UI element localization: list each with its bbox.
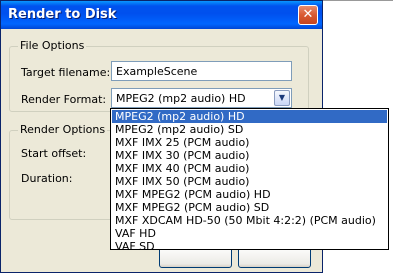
render-format-option[interactable]: MXF IMX 50 (PCM audio) bbox=[112, 175, 387, 188]
render-format-dropdown-list[interactable]: MPEG2 (mp2 audio) HD MPEG2 (mp2 audio) S… bbox=[110, 108, 389, 253]
render-format-option[interactable]: MXF MPEG2 (PCM audio) SD bbox=[112, 201, 387, 214]
render-format-option[interactable]: VAF SD bbox=[112, 240, 387, 253]
render-format-option[interactable]: MXF IMX 40 (PCM audio) bbox=[112, 162, 387, 175]
chevron-down-icon[interactable]: ▼ bbox=[274, 90, 290, 106]
render-format-option[interactable]: MPEG2 (mp2 audio) HD bbox=[112, 110, 387, 123]
file-options-label: File Options bbox=[18, 39, 87, 52]
start-offset-label: Start offset: bbox=[21, 147, 87, 160]
render-format-label: Render Format: bbox=[21, 93, 107, 106]
render-format-value: MPEG2 (mp2 audio) HD bbox=[116, 92, 246, 105]
render-options-label: Render Options bbox=[18, 123, 108, 136]
target-filename-input[interactable]: ExampleScene bbox=[111, 61, 292, 81]
render-format-select[interactable]: MPEG2 (mp2 audio) HD ▼ bbox=[111, 88, 292, 108]
render-format-option[interactable]: MXF IMX 25 (PCM audio) bbox=[112, 136, 387, 149]
close-icon[interactable]: ✕ bbox=[298, 5, 318, 25]
render-format-option[interactable]: MPEG2 (mp2 audio) SD bbox=[112, 123, 387, 136]
render-format-option[interactable]: MXF IMX 30 (PCM audio) bbox=[112, 149, 387, 162]
render-format-option[interactable]: VAF HD bbox=[112, 227, 387, 240]
duration-label: Duration: bbox=[21, 172, 73, 185]
render-format-option[interactable]: MXF MPEG2 (PCM audio) HD bbox=[112, 188, 387, 201]
render-format-option[interactable]: MXF XDCAM HD-50 (50 Mbit 4:2:2) (PCM aud… bbox=[112, 214, 387, 227]
target-filename-label: Target filename: bbox=[21, 66, 111, 79]
title-bar[interactable]: Render to Disk ✕ bbox=[1, 1, 322, 29]
window-title: Render to Disk bbox=[8, 7, 117, 22]
